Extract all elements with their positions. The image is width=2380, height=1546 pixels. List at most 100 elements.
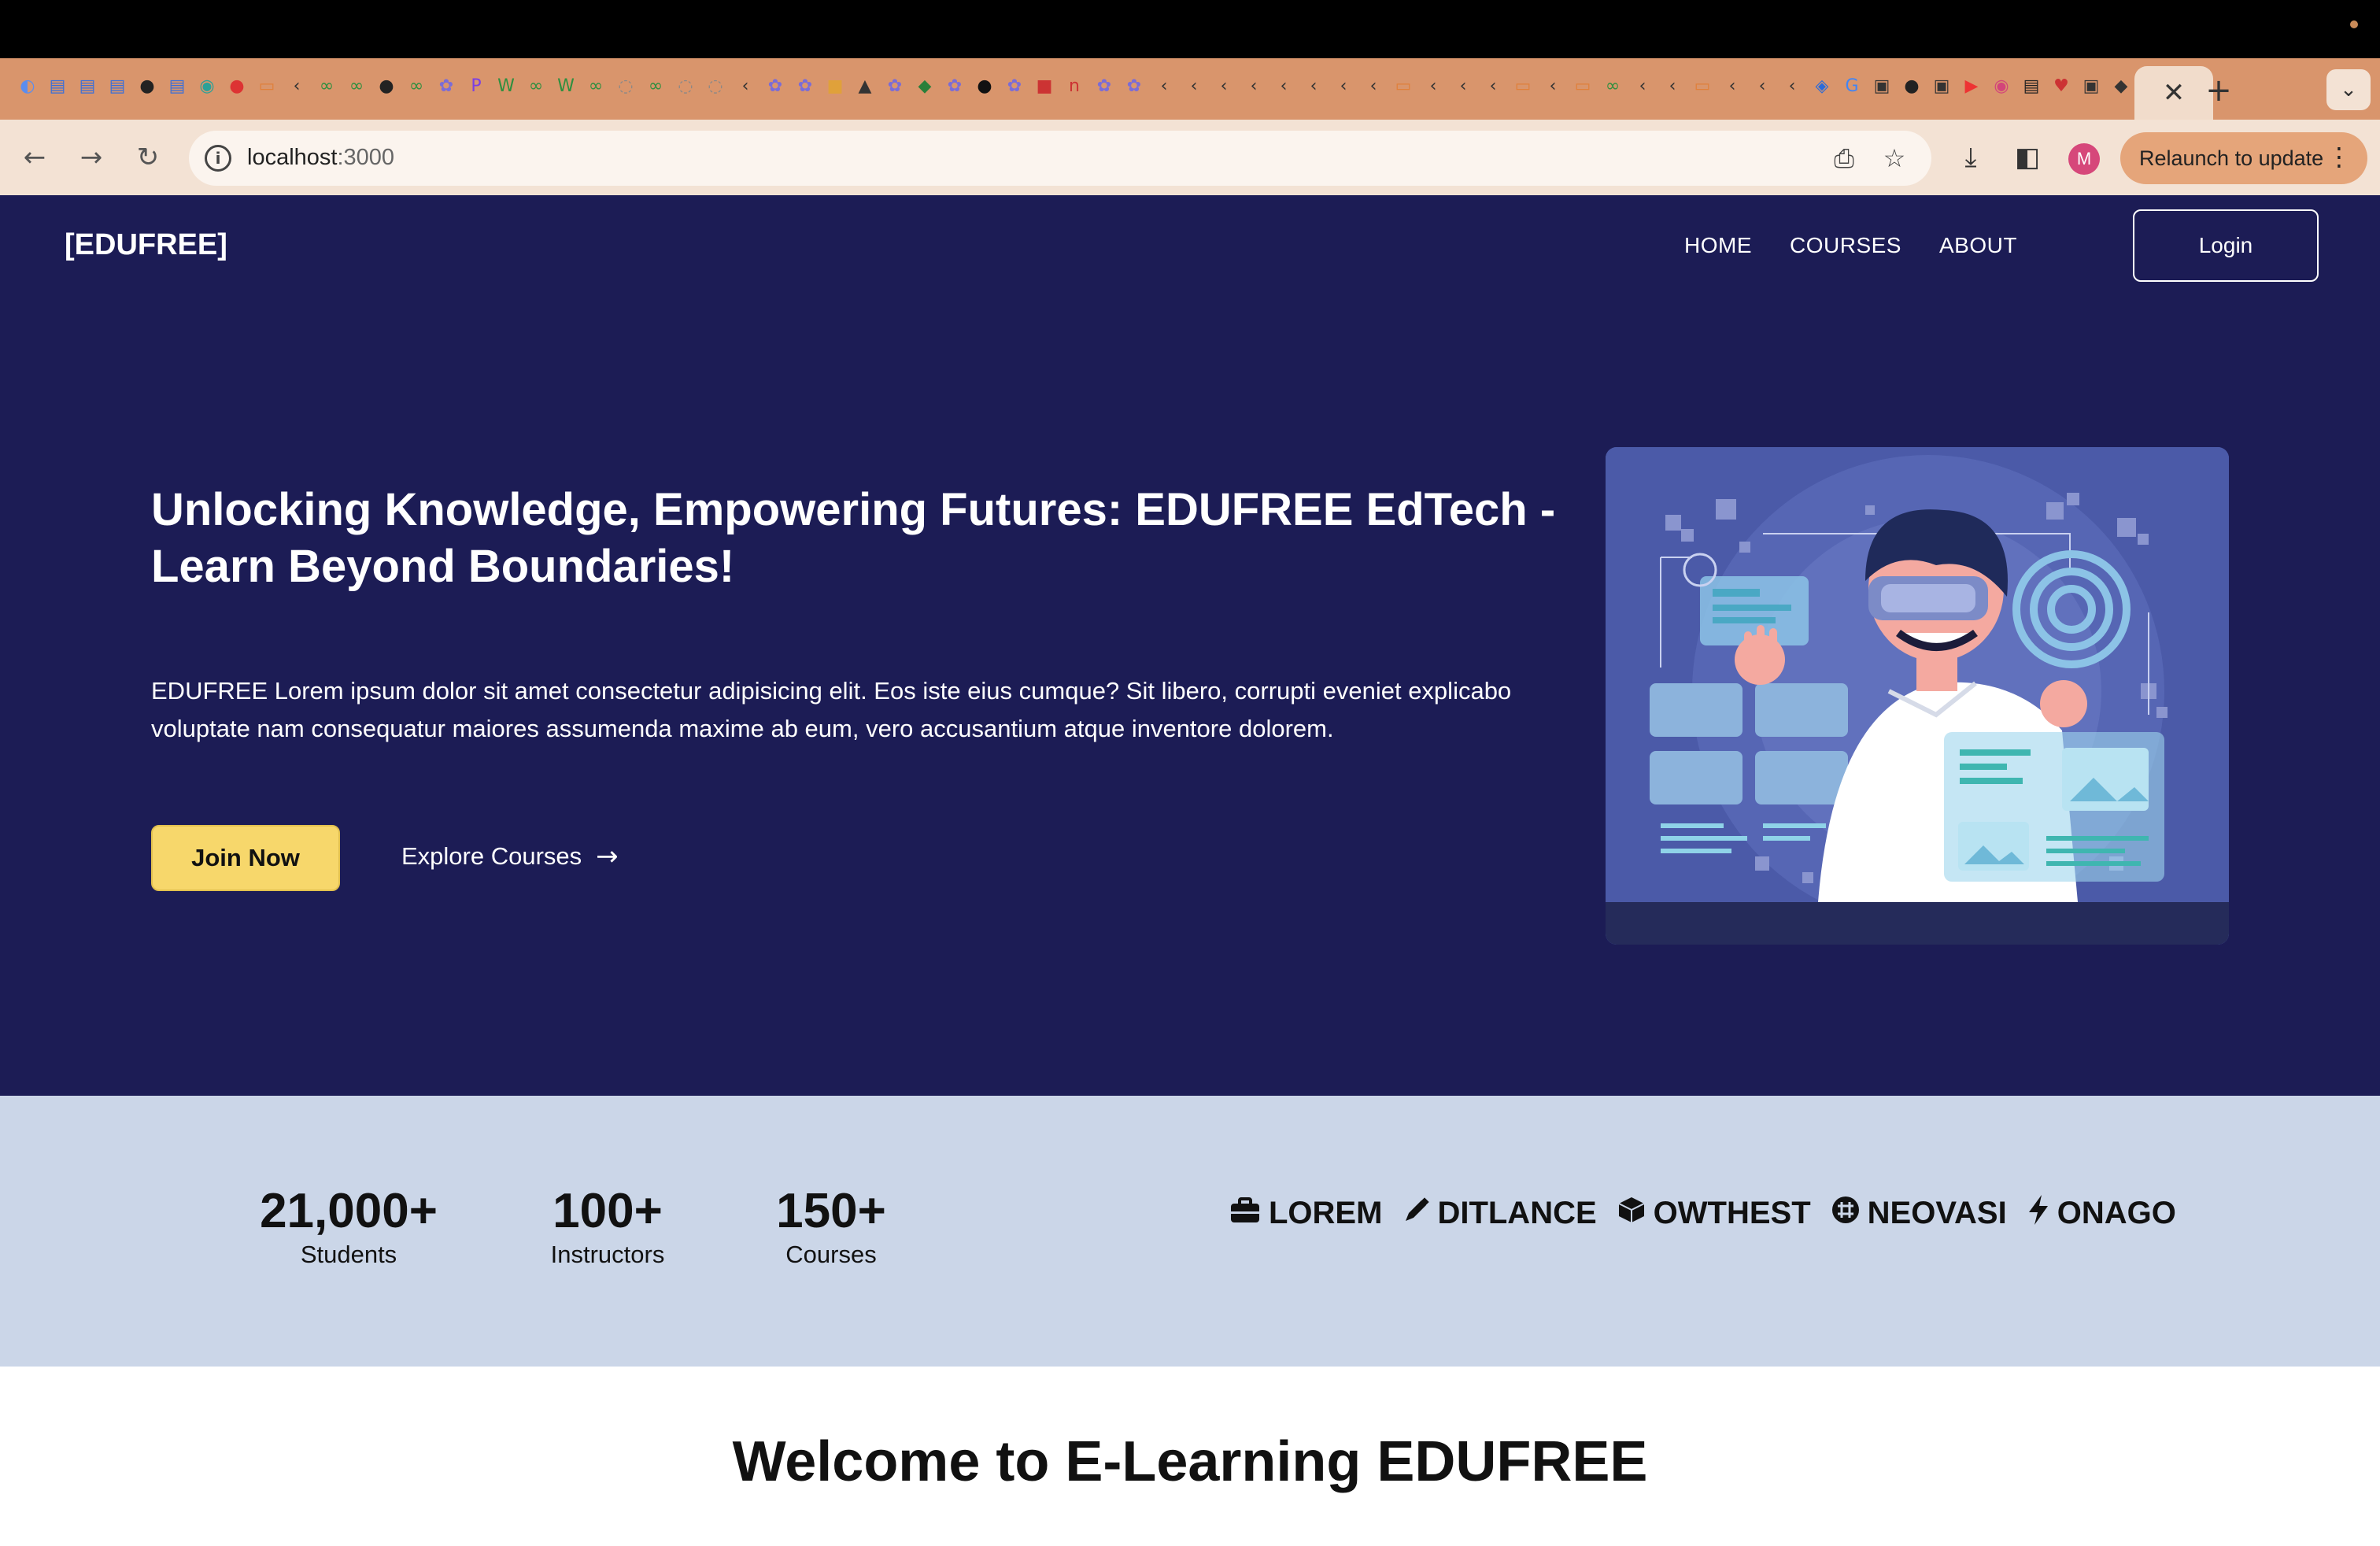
tab-favicon-icon[interactable]: ♥ — [2049, 74, 2073, 98]
tab-favicon-icon[interactable]: ▭ — [1571, 74, 1595, 98]
tab-favicon-icon[interactable]: G — [1840, 74, 1864, 98]
tab-favicon-icon[interactable]: W — [494, 74, 518, 98]
tab-favicon-icon[interactable]: ◆ — [913, 74, 937, 98]
tab-favicon-icon[interactable]: ▣ — [1930, 74, 1953, 98]
nav-courses[interactable]: COURSES — [1790, 233, 1901, 258]
tab-favicon-icon[interactable]: ▤ — [105, 74, 129, 98]
tab-favicon-icon[interactable]: P — [464, 74, 488, 98]
downloads-icon[interactable]: ⤓ — [1950, 137, 1991, 178]
tab-favicon-icon[interactable]: ◌ — [674, 74, 697, 98]
tab-favicon-icon[interactable]: ‹ — [1541, 74, 1565, 98]
tab-favicon-icon[interactable]: ‹ — [1780, 74, 1804, 98]
tab-favicon-icon[interactable]: ‹ — [1661, 74, 1684, 98]
join-now-button[interactable]: Join Now — [151, 825, 340, 891]
new-tab-button[interactable]: + — [2197, 69, 2240, 112]
tab-favicon-icon[interactable]: ● — [225, 74, 249, 98]
tab-favicon-icon[interactable]: ‹ — [1182, 74, 1206, 98]
tab-favicon-icon[interactable]: ◌ — [614, 74, 638, 98]
tab-favicon-icon[interactable]: ▤ — [46, 74, 69, 98]
tab-favicon-icon[interactable]: ◐ — [16, 74, 39, 98]
tab-favicon-icon[interactable]: ▭ — [255, 74, 279, 98]
tab-favicon-icon[interactable]: ✿ — [793, 74, 817, 98]
nav-home[interactable]: HOME — [1684, 233, 1752, 258]
back-icon[interactable]: ← — [14, 137, 55, 178]
explore-courses-link[interactable]: Explore Courses → — [401, 841, 619, 872]
relaunch-button[interactable]: Relaunch to update ⋮ — [2120, 132, 2367, 184]
tab-favicon-icon[interactable]: ◉ — [195, 74, 219, 98]
tab-favicon-icon[interactable]: ∞ — [524, 74, 548, 98]
tab-favicon-icon[interactable]: ‹ — [1750, 74, 1774, 98]
address-bar[interactable]: i localhost:3000 ⎙ ☆ — [189, 131, 1931, 186]
tab-favicon-icon[interactable]: ∞ — [315, 74, 338, 98]
tab-favicon-icon[interactable]: ∞ — [345, 74, 368, 98]
tab-favicon-icon[interactable]: ● — [973, 74, 996, 98]
nav-about[interactable]: ABOUT — [1939, 233, 2017, 258]
tab-favicon-icon[interactable]: n — [1062, 74, 1086, 98]
tab-favicon-icon[interactable]: ‹ — [1451, 74, 1475, 98]
tab-favicon-icon[interactable]: ‹ — [1212, 74, 1236, 98]
side-panel-icon[interactable]: ◧ — [2007, 137, 2048, 178]
arrow-right-icon: → — [596, 841, 619, 872]
tab-favicon-icon[interactable]: ▤ — [165, 74, 189, 98]
tab-favicon-icon[interactable]: ✿ — [883, 74, 907, 98]
install-app-icon[interactable]: ⎙ — [1828, 142, 1861, 175]
tab-favicon-icon[interactable]: ∞ — [1601, 74, 1624, 98]
tab-favicon-icon[interactable]: ◉ — [1990, 74, 2013, 98]
forward-icon[interactable]: → — [71, 137, 112, 178]
tab-favicon-icon[interactable]: ◆ — [2109, 74, 2133, 98]
profile-avatar[interactable]: M — [2068, 143, 2100, 175]
tab-favicon-icon[interactable]: ✿ — [1122, 74, 1146, 98]
tab-favicon-icon[interactable]: ▭ — [1511, 74, 1535, 98]
tab-favicon-icon[interactable]: ‹ — [1362, 74, 1385, 98]
menu-dots-icon[interactable]: ⋮ — [2326, 142, 2352, 172]
tab-favicon-icon[interactable]: ‹ — [1720, 74, 1744, 98]
tab-favicon-icon[interactable]: ◈ — [1810, 74, 1834, 98]
tab-favicon-icon[interactable]: ‹ — [1421, 74, 1445, 98]
tab-favicon-icon[interactable]: ▭ — [1391, 74, 1415, 98]
url-text[interactable]: localhost:3000 — [247, 145, 394, 171]
tab-favicon-icon[interactable]: ∞ — [644, 74, 667, 98]
tab-favicon-icon[interactable]: ‹ — [1272, 74, 1295, 98]
tab-favicon-icon[interactable]: ▣ — [2079, 74, 2103, 98]
tab-favicon-icon[interactable]: ‹ — [1481, 74, 1505, 98]
tab-favicon-icon[interactable]: ✿ — [943, 74, 966, 98]
bookmark-star-icon[interactable]: ☆ — [1878, 142, 1911, 175]
tab-favicon-icon[interactable]: ✿ — [763, 74, 787, 98]
tab-favicon-icon[interactable]: ▣ — [1870, 74, 1894, 98]
browser-toolbar: ← → ↻ i localhost:3000 ⎙ ☆ ⤓ ◧ M Relaunc… — [0, 120, 2380, 195]
tab-favicon-icon[interactable]: ‹ — [1631, 74, 1654, 98]
tab-favicon-icon[interactable]: ‹ — [285, 74, 309, 98]
tab-favicon-icon[interactable]: W — [554, 74, 578, 98]
tab-favicon-icon[interactable]: ▤ — [2020, 74, 2043, 98]
tab-favicon-icon[interactable]: ▲ — [853, 74, 877, 98]
tab-favicon-icon[interactable]: ‹ — [1332, 74, 1355, 98]
tab-favicon-icon[interactable]: ✿ — [1003, 74, 1026, 98]
tab-favicon-icon[interactable]: ● — [135, 74, 159, 98]
close-tab-icon[interactable]: ✕ — [2163, 77, 2186, 109]
tab-favicon-icon[interactable]: ✿ — [434, 74, 458, 98]
tab-favicon-icon[interactable]: ■ — [823, 74, 847, 98]
tab-favicon-icon[interactable]: ‹ — [1152, 74, 1176, 98]
tab-favicon-icon[interactable]: ‹ — [1302, 74, 1325, 98]
tab-favicon-icon[interactable]: ▭ — [1691, 74, 1714, 98]
tab-favicon-icon[interactable]: ■ — [1033, 74, 1056, 98]
relaunch-label: Relaunch to update — [2139, 146, 2324, 170]
site-logo[interactable]: [EDUFREE] — [65, 228, 227, 262]
tab-favicon-icon[interactable]: ‹ — [1242, 74, 1266, 98]
tab-search-button[interactable]: ⌄ — [2326, 69, 2371, 110]
tab-favicon-icon[interactable]: ∞ — [584, 74, 608, 98]
tab-favicon-icon[interactable]: ‹ — [734, 74, 757, 98]
login-button[interactable]: Login — [2133, 209, 2319, 282]
reload-icon[interactable]: ↻ — [128, 137, 168, 178]
tab-favicon-icon[interactable]: ∞ — [405, 74, 428, 98]
tab-favicon-icon[interactable]: ✿ — [1092, 74, 1116, 98]
tab-favicon-icon[interactable]: ◌ — [704, 74, 727, 98]
site-info-icon[interactable]: i — [205, 145, 231, 172]
explore-courses-label: Explore Courses — [401, 842, 582, 870]
hero-illustration — [1606, 447, 2229, 945]
tab-favicon-icon[interactable]: ● — [1900, 74, 1924, 98]
tab-favicon-icon[interactable]: ▶ — [1960, 74, 1983, 98]
tab-favicon-icon[interactable]: ▤ — [76, 74, 99, 98]
hero-title: Unlocking Knowledge, Empowering Futures:… — [151, 484, 1556, 592]
tab-favicon-icon[interactable]: ● — [375, 74, 398, 98]
